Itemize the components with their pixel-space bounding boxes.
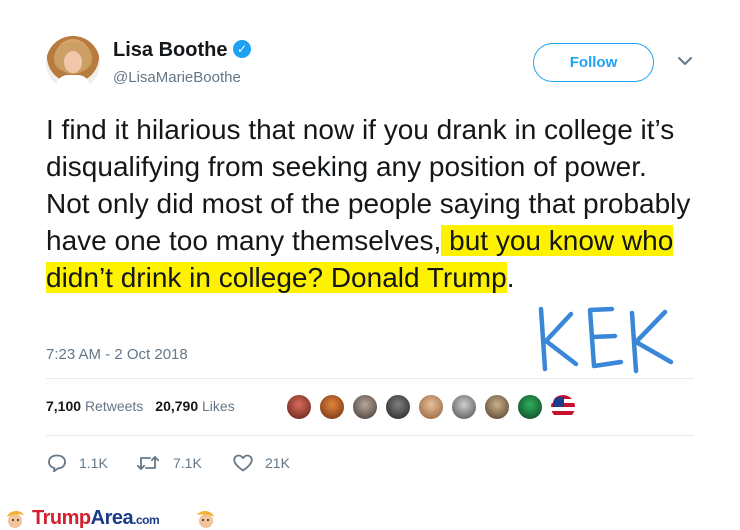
reply-icon [48, 454, 66, 473]
verified-badge-icon: ✓ [233, 40, 251, 58]
reply-count: 1.1K [79, 455, 108, 471]
logo-blue-text: Area [90, 507, 134, 529]
like-count: 21K [265, 455, 290, 471]
avatar-face [64, 51, 82, 73]
tweet-card: Lisa Boothe ✓ @LisaMarieBoothe Follow I … [0, 0, 740, 505]
retweet-icon [136, 456, 160, 470]
flag-canton [553, 397, 564, 407]
likes-count[interactable]: 20,790 [155, 398, 198, 414]
logo-red-text: Trump [32, 507, 91, 529]
heart-icon [233, 454, 253, 472]
trump-caricature-icon [197, 511, 214, 528]
liker-avatar[interactable] [417, 393, 445, 421]
retweets-count[interactable]: 7,100 [46, 398, 81, 414]
avatar[interactable] [46, 36, 100, 90]
liker-avatar[interactable] [450, 393, 478, 421]
liker-avatar[interactable] [549, 393, 577, 421]
avatar-shirt [56, 75, 90, 90]
likes-label[interactable]: Likes [202, 398, 235, 414]
kek-handwritten-annotation [538, 306, 674, 374]
engagement-stats: 7,100 Retweets 20,790 Likes [46, 398, 235, 414]
liker-avatar[interactable] [516, 393, 544, 421]
retweets-label[interactable]: Retweets [85, 398, 143, 414]
chevron-down-icon[interactable] [676, 54, 694, 68]
tweet-text-after: . [506, 262, 515, 293]
liker-avatar[interactable] [483, 393, 511, 421]
author-name[interactable]: Lisa Boothe [113, 39, 227, 62]
retweet-count: 7.1K [173, 455, 202, 471]
tweet-timestamp[interactable]: 7:23 AM - 2 Oct 2018 [46, 346, 188, 363]
liker-avatar[interactable] [351, 393, 379, 421]
follow-button[interactable]: Follow [533, 43, 654, 82]
liker-avatar[interactable] [318, 393, 346, 421]
divider [46, 378, 694, 379]
watermark-footer: TrumpArea.com [0, 505, 740, 530]
trump-caricature-icon [7, 511, 24, 528]
logo-suffix-text: .com [133, 513, 160, 527]
liker-avatar[interactable] [285, 393, 313, 421]
divider [46, 435, 694, 436]
liker-avatar[interactable] [384, 393, 412, 421]
author-handle[interactable]: @LisaMarieBoothe [113, 69, 241, 86]
trumparea-logo[interactable]: TrumpArea.com [32, 507, 160, 530]
tweet-text: I find it hilarious that now if you dran… [46, 111, 696, 296]
